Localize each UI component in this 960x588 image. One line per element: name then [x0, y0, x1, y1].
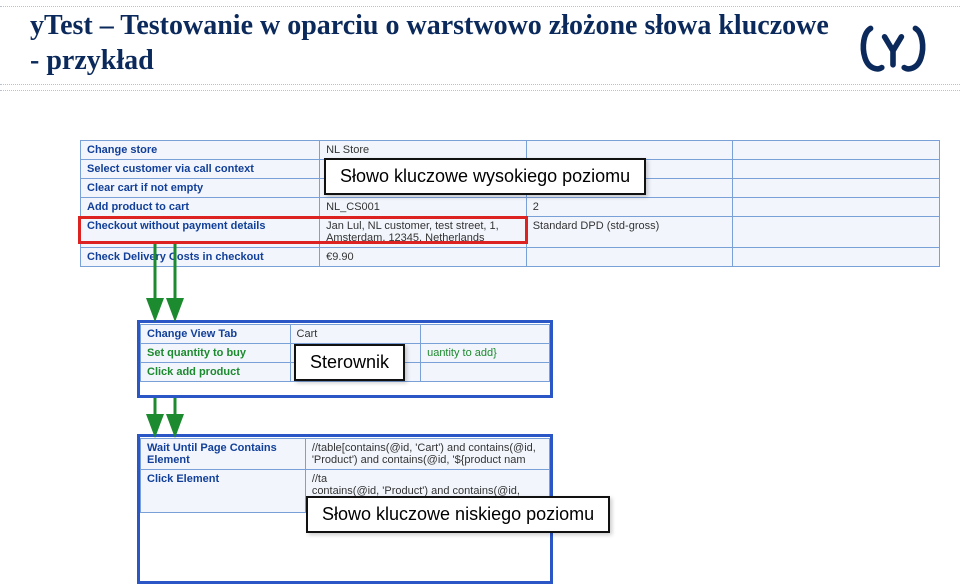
table-row: Change store NL Store	[81, 141, 940, 160]
ytest-logo-icon	[856, 18, 930, 78]
keyword-cell: Clear cart if not empty	[81, 179, 320, 198]
keyword-cell: Change View Tab	[141, 325, 291, 344]
value-cell	[733, 217, 940, 248]
table-row: Wait Until Page Contains Element //table…	[141, 439, 550, 470]
value-cell	[733, 160, 940, 179]
keyword-cell: Click add product	[141, 363, 291, 382]
keyword-cell: Add product to cart	[81, 198, 320, 217]
decor-dotted-line	[0, 6, 960, 7]
value-cell: //table[contains(@id, 'Cart') and contai…	[305, 439, 549, 470]
keyword-cell: Wait Until Page Contains Element	[141, 439, 306, 470]
value-cell: Standard DPD (std-gross)	[526, 217, 733, 248]
value-cell	[421, 325, 550, 344]
value-cell	[526, 141, 733, 160]
value-cell	[526, 248, 733, 267]
value-cell	[733, 198, 940, 217]
value-cell: NL Store	[320, 141, 527, 160]
value-cell: NL_CS001	[320, 198, 527, 217]
table-row: Change View Tab Cart	[141, 325, 550, 344]
table-row: Add product to cart NL_CS001 2	[81, 198, 940, 217]
value-cell: €9.90	[320, 248, 527, 267]
keyword-cell: Change store	[81, 141, 320, 160]
value-cell: uantity to add}	[421, 344, 550, 363]
value-cell: 2	[526, 198, 733, 217]
callout-low-level-keyword: Słowo kluczowe niskiego poziomu	[306, 496, 610, 533]
value-cell	[733, 179, 940, 198]
callout-driver: Sterownik	[294, 344, 405, 381]
keyword-cell: Select customer via call context	[81, 160, 320, 179]
keyword-cell: Click Element	[141, 470, 306, 513]
value-cell	[733, 248, 940, 267]
page-title: yTest – Testowanie w oparciu o warstwowo…	[30, 8, 830, 78]
value-cell: Jan Lul, NL customer, test street, 1, Am…	[320, 217, 527, 248]
table-row: Check Delivery Costs in checkout €9.90	[81, 248, 940, 267]
value-cell: Cart	[290, 325, 421, 344]
callout-high-level-keyword: Słowo kluczowe wysokiego poziomu	[324, 158, 646, 195]
value-cell	[421, 363, 550, 382]
value-cell	[733, 141, 940, 160]
keyword-cell: Set quantity to buy	[141, 344, 291, 363]
keyword-cell: Checkout without payment details	[81, 217, 320, 248]
table-row: Checkout without payment details Jan Lul…	[81, 217, 940, 248]
keyword-cell: Check Delivery Costs in checkout	[81, 248, 320, 267]
decor-dotted-line	[0, 90, 960, 91]
decor-dotted-line	[0, 84, 960, 85]
